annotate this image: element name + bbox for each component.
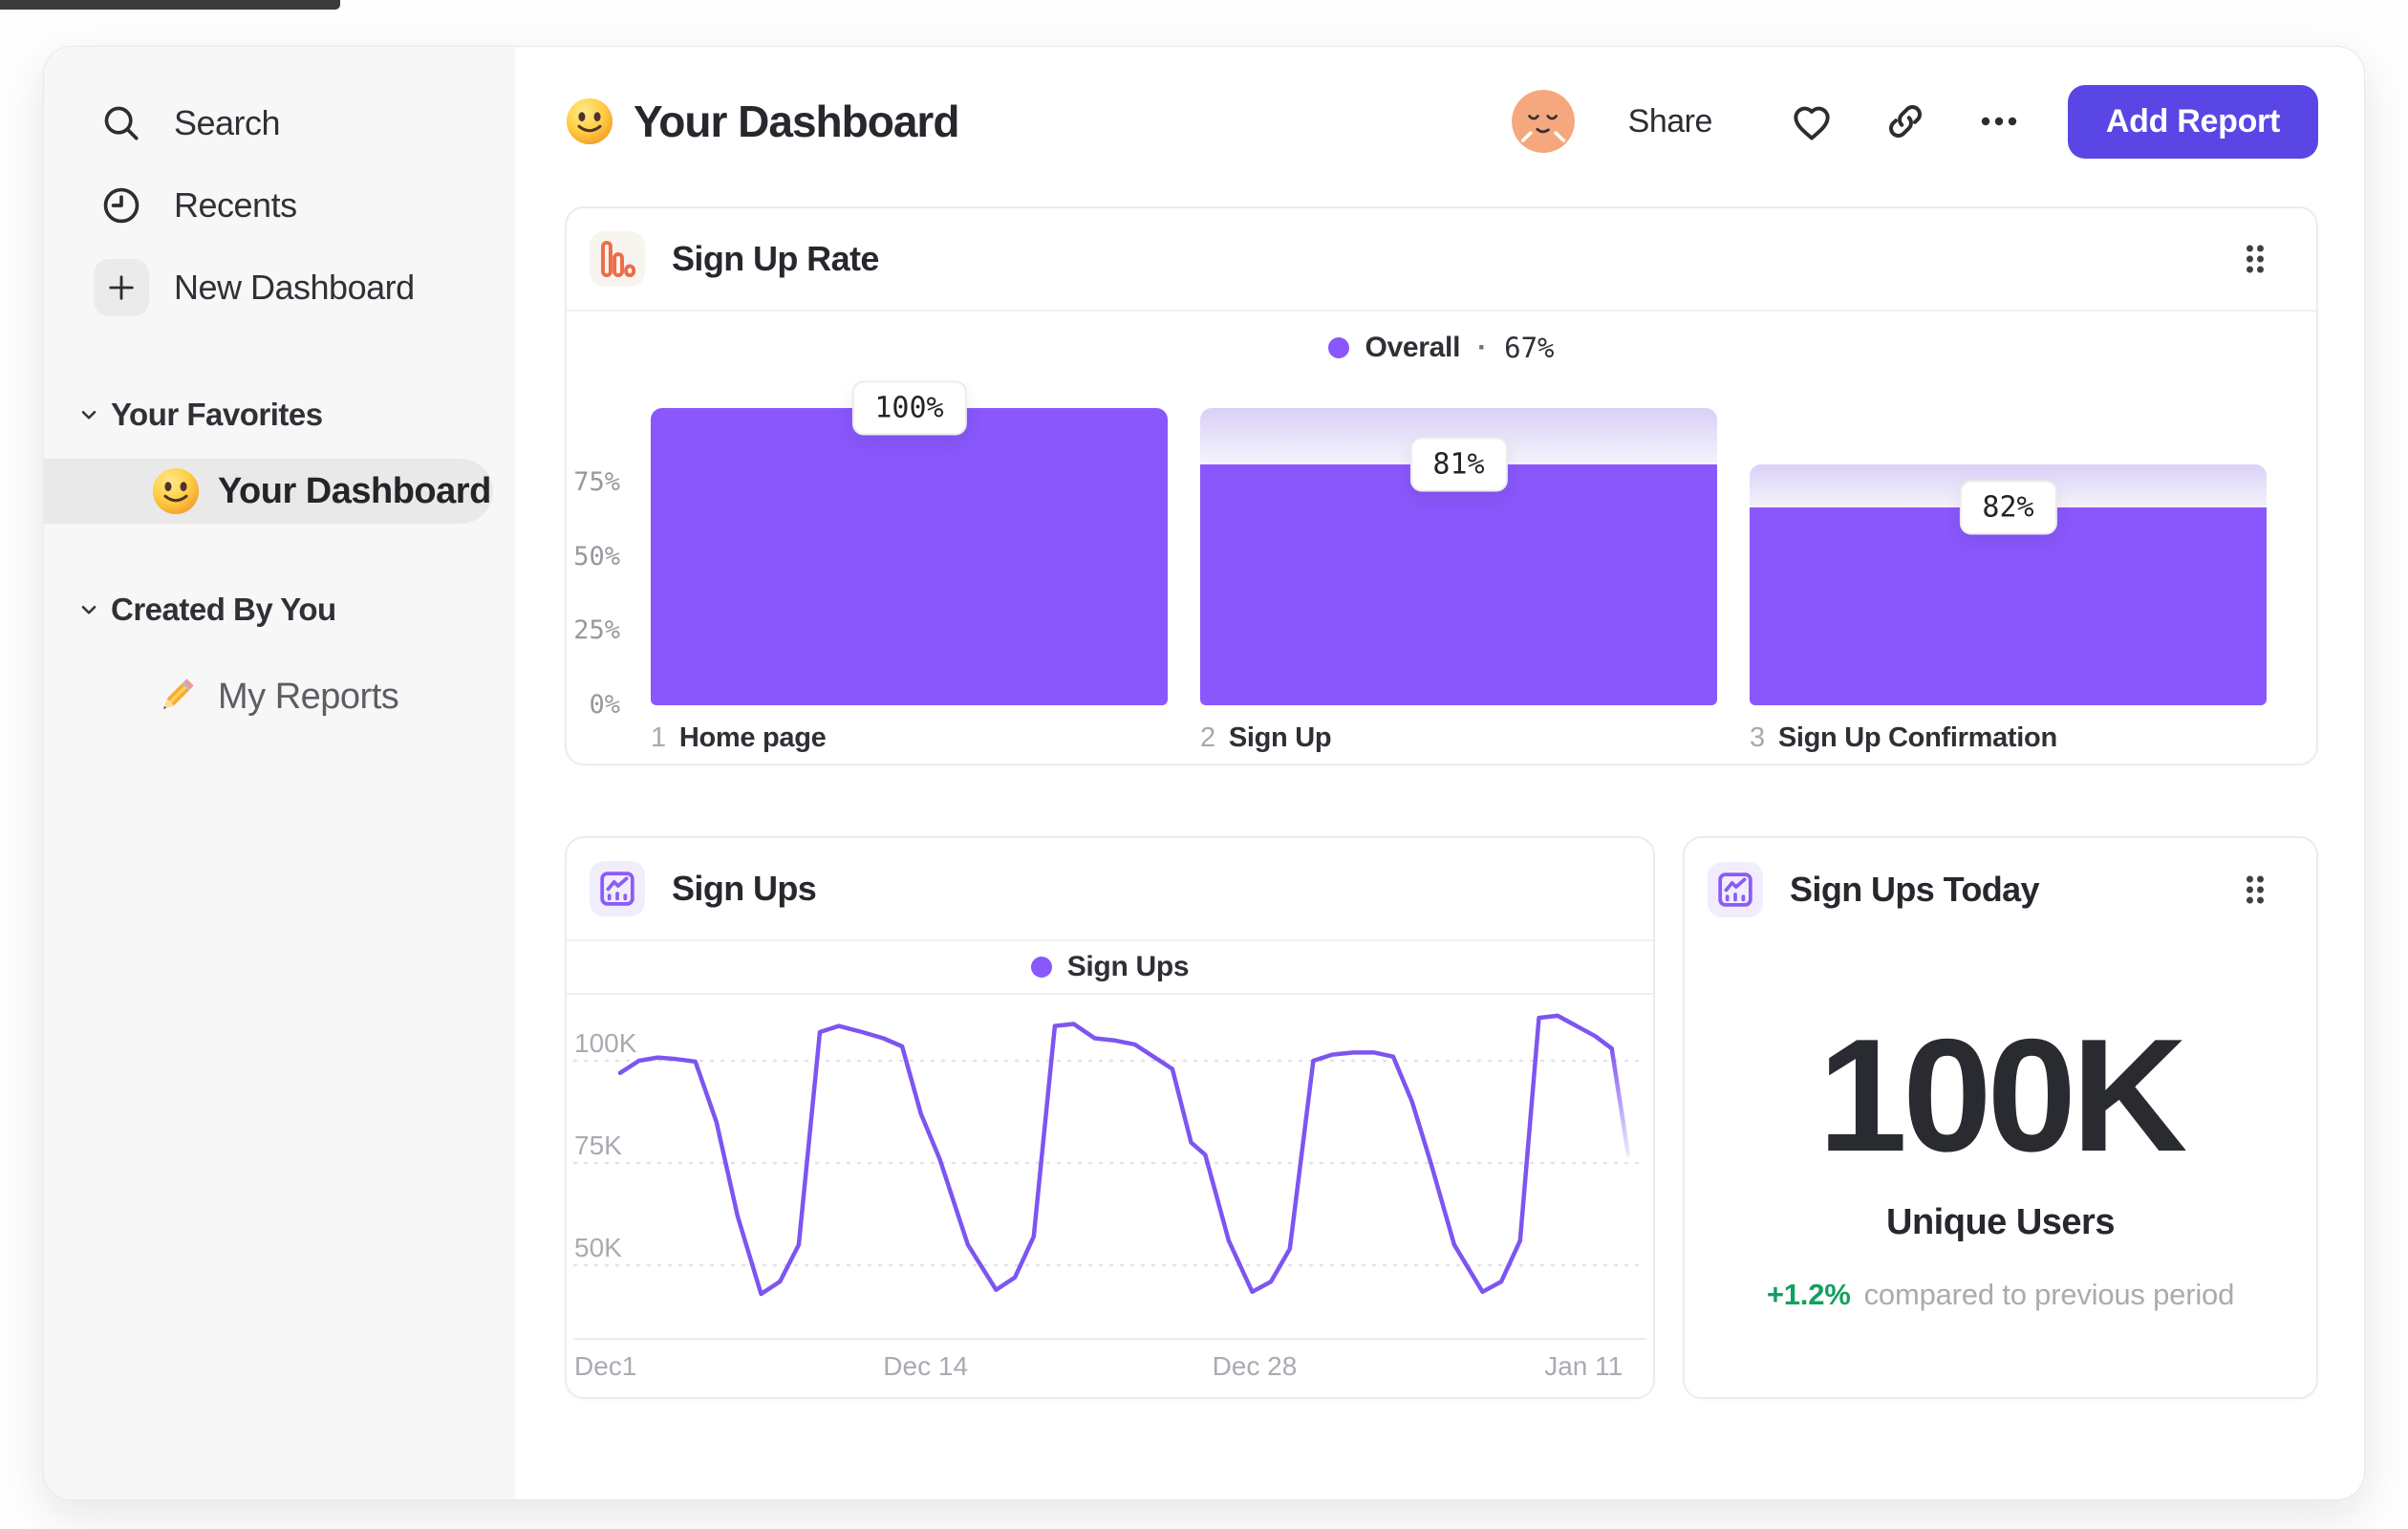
- main-content: Your Dashboard Share Add Report Sign Up …: [515, 47, 2364, 1499]
- svg-text:Dec1: Dec1: [574, 1351, 636, 1381]
- clock-icon: [94, 178, 149, 233]
- funnel-x-label: 1 Home page: [651, 722, 827, 753]
- search-icon: [94, 96, 149, 151]
- funnel-bar-home-page[interactable]: 100%: [651, 380, 1168, 705]
- smiley-emoji-icon: [565, 97, 614, 146]
- line-chart: 100K 75K 50K Dec1 Dec 14 Dec 28 Jan 11: [572, 1013, 1648, 1381]
- card-title: Sign Up Rate: [672, 239, 879, 278]
- add-report-button[interactable]: Add Report: [2067, 84, 2318, 159]
- header-actions: Share Add Report: [1512, 84, 2318, 159]
- stat-value: 100K: [1817, 1005, 2188, 1185]
- sign-ups-today-card-header: Sign Ups Today: [1685, 838, 2316, 941]
- funnel-bar-sign-up[interactable]: 81%: [1200, 408, 1717, 705]
- svg-text:50K: 50K: [574, 1233, 622, 1262]
- funnel-y-tick: 75%: [573, 466, 620, 497]
- legend-label: Overall: [1365, 332, 1461, 363]
- legend-separator: ·: [1477, 332, 1488, 363]
- signup-rate-card: Sign Up Rate Overall · 67% 75% 50% 25% 0% 10…: [565, 206, 2318, 765]
- copy-link-icon[interactable]: [1875, 91, 1936, 152]
- sidebar-section-created-by-you[interactable]: Created By You: [44, 583, 515, 636]
- sidebar-section-your-favorites[interactable]: Your Favorites: [44, 388, 515, 441]
- sign-ups-today-card: Sign Ups Today 100K Unique Users +1.2% co…: [1683, 836, 2318, 1399]
- funnel-bar-fill: [1750, 507, 2267, 705]
- sidebar-item-recents[interactable]: Recents: [44, 164, 515, 247]
- delta-note: compared to previous period: [1863, 1278, 2235, 1311]
- delta-value: +1.2%: [1766, 1278, 1851, 1311]
- bar-chart-icon: [590, 231, 645, 287]
- funnel-y-tick: 50%: [573, 541, 620, 571]
- page-title-text: Your Dashboard: [634, 97, 959, 146]
- svg-text:Jan 11: Jan 11: [1544, 1351, 1623, 1381]
- dashboard-header: Your Dashboard Share Add Report: [565, 83, 2318, 160]
- funnel-x-label: 2 Sign Up: [1200, 722, 1332, 753]
- sidebar-item-label: My Reports: [218, 676, 399, 717]
- funnel-plot: 75% 50% 25% 0% 100% 81% 82%: [567, 380, 2267, 720]
- legend-dot: [1328, 337, 1350, 358]
- svg-text:Dec 28: Dec 28: [1213, 1351, 1298, 1381]
- card-title: Sign Ups Today: [1790, 870, 2040, 909]
- line-chart-icon: [1708, 862, 1763, 917]
- line-legend: Sign Ups: [567, 941, 1653, 995]
- page-title: Your Dashboard: [565, 96, 959, 147]
- svg-text:75K: 75K: [574, 1131, 622, 1160]
- pencil-emoji-icon: [151, 672, 201, 721]
- funnel-tooltip: 100%: [851, 380, 967, 436]
- line-chart-icon: [590, 861, 645, 916]
- sidebar-item-my-reports[interactable]: My Reports: [44, 663, 515, 730]
- section-title: Created By You: [111, 592, 336, 627]
- funnel-tooltip: 81%: [1409, 437, 1508, 492]
- stat-body: 100K Unique Users +1.2% compared to previ…: [1685, 1012, 2316, 1312]
- funnel-y-tick: 0%: [589, 690, 620, 720]
- sign-ups-card: Sign Ups Sign Ups 100K 75K 50K Dec1 Dec 14 De…: [565, 836, 1655, 1399]
- screen: Search Recents New Dashboard Your Favori…: [0, 0, 2408, 1529]
- card-title: Sign Ups: [672, 869, 817, 908]
- chevron-down-icon: [76, 402, 101, 427]
- plus-icon: [94, 259, 149, 316]
- sidebar-item-label: Search: [174, 103, 281, 142]
- sidebar-item-your-dashboard[interactable]: Your Dashboard: [44, 459, 493, 524]
- funnel-labels: 1 Home page 2 Sign Up 3 Sign Up Confirmation: [567, 722, 2267, 754]
- chevron-down-icon: [76, 597, 101, 622]
- funnel-bar-sign-up-confirmation[interactable]: 82%: [1750, 408, 2267, 705]
- funnel-legend: Overall · 67%: [567, 312, 2316, 384]
- favorite-heart-icon[interactable]: [1781, 91, 1842, 152]
- funnel-y-tick: 25%: [573, 615, 620, 646]
- sidebar-item-label: Recents: [174, 185, 297, 225]
- more-options-icon[interactable]: [1968, 91, 2030, 152]
- stat-label: Unique Users: [1886, 1202, 2115, 1242]
- funnel-x-label: 3 Sign Up Confirmation: [1750, 722, 2057, 753]
- sign-ups-card-header: Sign Ups: [567, 838, 1653, 941]
- share-button[interactable]: Share: [1628, 103, 1713, 140]
- svg-text:Dec 14: Dec 14: [883, 1351, 968, 1381]
- drag-handle-icon[interactable]: [2232, 236, 2278, 282]
- sidebar-item-search[interactable]: Search: [44, 82, 515, 164]
- sidebar-item-label: New Dashboard: [174, 268, 415, 307]
- screen-corner-artifact: [0, 0, 340, 10]
- sidebar: Search Recents New Dashboard Your Favori…: [44, 47, 515, 1499]
- smiley-emoji-icon: [151, 466, 201, 516]
- legend-dot: [1030, 957, 1052, 978]
- avatar[interactable]: [1512, 90, 1575, 153]
- section-title: Your Favorites: [111, 397, 323, 432]
- funnel-bar-fill: [1200, 464, 1717, 705]
- legend-value: 67%: [1504, 332, 1555, 364]
- funnel-bar-fill: [651, 408, 1168, 705]
- signup-rate-card-header: Sign Up Rate: [567, 208, 2316, 312]
- sidebar-item-new-dashboard[interactable]: New Dashboard: [44, 247, 515, 329]
- legend-label: Sign Ups: [1066, 951, 1190, 982]
- sidebar-item-label: Your Dashboard: [218, 470, 491, 511]
- svg-text:100K: 100K: [574, 1028, 637, 1058]
- drag-handle-icon[interactable]: [2232, 867, 2278, 913]
- funnel-tooltip: 82%: [1959, 480, 2057, 535]
- stat-delta-row: +1.2% compared to previous period: [1685, 1278, 2316, 1312]
- app-window: Search Recents New Dashboard Your Favori…: [43, 46, 2365, 1500]
